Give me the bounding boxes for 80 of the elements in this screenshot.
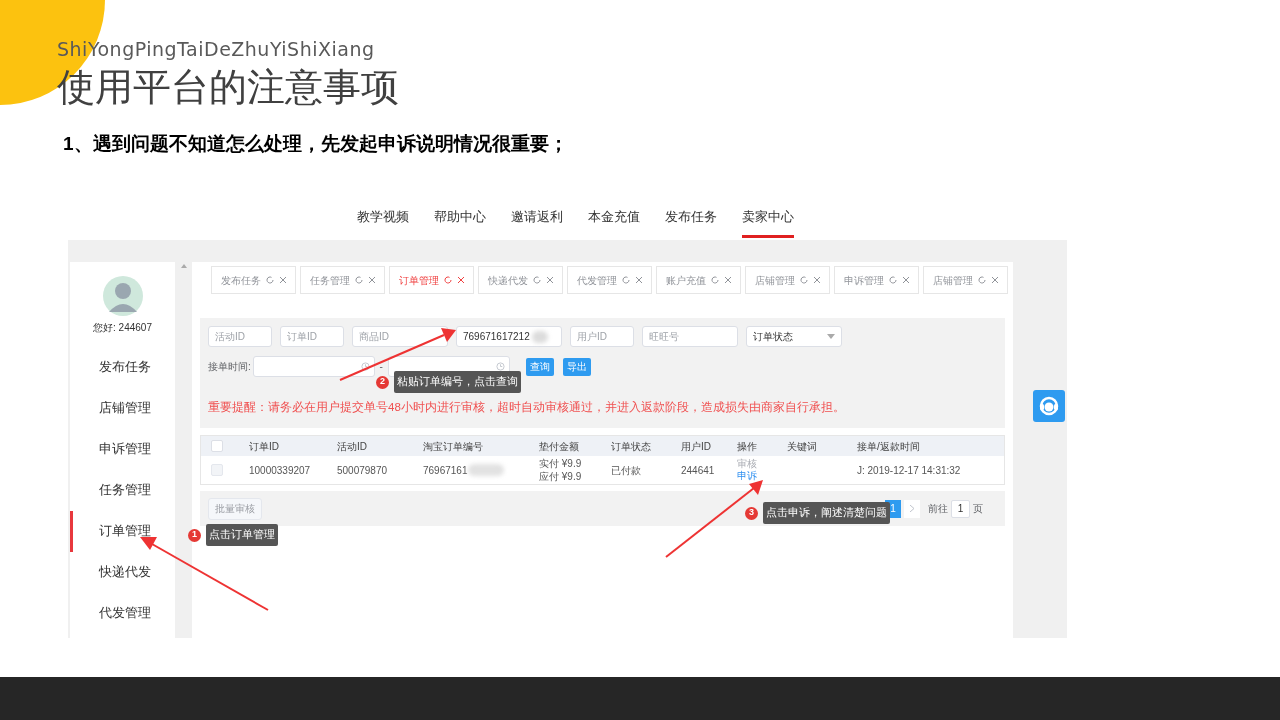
- goto-label: 前往: [928, 502, 948, 516]
- tab[interactable]: 订单管理: [389, 266, 474, 294]
- warning-notice: 重要提醒：请务必在用户提交单号48小时内进行审核，超时自动审核通过，并进入返款阶段，造成损失由商家自行承担。: [208, 400, 846, 415]
- column-header: 接单/返款时间: [857, 439, 921, 454]
- close-icon[interactable]: [545, 276, 554, 284]
- refresh-icon[interactable]: [977, 276, 986, 284]
- table-cell-text: 应付 ¥9.9: [539, 470, 583, 483]
- slide-point: 1、遇到问题不知道怎么处理，先发起申诉说明情况很重要；: [63, 131, 568, 156]
- page-unit: 页: [973, 502, 983, 516]
- nav-link[interactable]: 本金充值: [588, 208, 640, 238]
- range-separator: -: [378, 360, 384, 374]
- table-cell-text: J: 2019-12-17 14:31:32: [857, 463, 962, 477]
- table-cell-text: 10000339207: [249, 463, 312, 477]
- refresh-icon[interactable]: [532, 276, 541, 284]
- input-field[interactable]: 769671617212: [456, 326, 562, 347]
- close-icon[interactable]: [812, 276, 821, 284]
- close-icon[interactable]: [990, 276, 999, 284]
- table-cell-text: 已付款: [611, 463, 642, 477]
- support-button[interactable]: [1033, 390, 1065, 422]
- action-link[interactable]: 申诉: [737, 470, 757, 482]
- refresh-icon[interactable]: [710, 276, 719, 284]
- input-field[interactable]: 活动ID: [208, 326, 272, 347]
- column-header: 淘宝订单编号: [423, 439, 484, 454]
- tooltip: 点击订单管理: [206, 524, 278, 546]
- nav-link[interactable]: 发布任务: [665, 208, 717, 238]
- close-icon[interactable]: [367, 276, 376, 284]
- sidebar-item[interactable]: 订单管理: [99, 522, 151, 541]
- table-cell-text: 实付 ¥9.9: [539, 457, 583, 470]
- refresh-icon[interactable]: [443, 276, 452, 284]
- nav-link[interactable]: 教学视频: [357, 208, 409, 238]
- refresh-icon[interactable]: [888, 276, 897, 284]
- input-field[interactable]: 用户ID: [570, 326, 634, 347]
- close-icon[interactable]: [723, 276, 732, 284]
- input-field[interactable]: 订单ID: [280, 326, 344, 347]
- greeting-text: 您好: 244607: [93, 321, 152, 335]
- nav-link[interactable]: 帮助中心: [434, 208, 486, 238]
- table-cell-text: 500079870: [337, 463, 389, 477]
- close-icon[interactable]: [634, 276, 643, 284]
- page-input[interactable]: 1: [951, 499, 970, 518]
- close-icon[interactable]: [901, 276, 910, 284]
- field-label: 接单时间:: [208, 360, 251, 374]
- close-icon[interactable]: [278, 276, 287, 284]
- column-header: 用户ID: [681, 439, 712, 454]
- column-header: 操作: [737, 439, 758, 454]
- chevron-right-icon: [910, 505, 914, 512]
- sidebar-item[interactable]: 申诉管理: [99, 440, 151, 459]
- input-field[interactable]: 旺旺号: [642, 326, 738, 347]
- refresh-icon[interactable]: [799, 276, 808, 284]
- column-header: 订单ID: [249, 439, 280, 454]
- tooltip: 点击申诉，阐述清楚问题: [763, 502, 890, 524]
- slide-title: 使用平台的注意事项: [57, 64, 399, 110]
- tooltip: 粘贴订单编号，点击查询: [394, 371, 521, 393]
- sidebar-item[interactable]: 快递代发: [99, 563, 151, 582]
- sidebar-item[interactable]: 代发管理: [99, 604, 151, 623]
- close-icon[interactable]: [456, 276, 465, 284]
- caret-icon: [827, 334, 835, 339]
- column-header: 关键词: [787, 439, 818, 454]
- sidebar-item[interactable]: 任务管理: [99, 481, 151, 500]
- status-dropdown[interactable]: 订单状态: [746, 326, 842, 347]
- checkbox[interactable]: [211, 464, 223, 476]
- sidebar-item[interactable]: 发布任务: [99, 358, 151, 377]
- scroll-up-icon[interactable]: [180, 264, 187, 268]
- table-cell: 76967161: [423, 463, 468, 477]
- refresh-icon[interactable]: [354, 276, 363, 284]
- blur-mask: [531, 330, 548, 343]
- refresh-icon[interactable]: [265, 276, 274, 284]
- date-field[interactable]: [252, 356, 375, 377]
- column-header: 活动ID: [337, 439, 368, 454]
- clock-icon: [360, 362, 370, 371]
- clock-icon: [495, 362, 505, 371]
- blur-mask: [467, 464, 504, 476]
- column-header: 订单状态: [611, 439, 652, 454]
- input-field[interactable]: 商品ID: [352, 326, 448, 347]
- nav-link[interactable]: 邀请返利: [511, 208, 563, 238]
- checkbox[interactable]: [211, 440, 223, 452]
- avatar: [102, 276, 143, 316]
- refresh-icon[interactable]: [621, 276, 630, 284]
- table-cell-text: 244641: [681, 463, 716, 477]
- sidebar-item[interactable]: 店铺管理: [99, 399, 151, 418]
- column-header: 垫付金额: [539, 439, 580, 454]
